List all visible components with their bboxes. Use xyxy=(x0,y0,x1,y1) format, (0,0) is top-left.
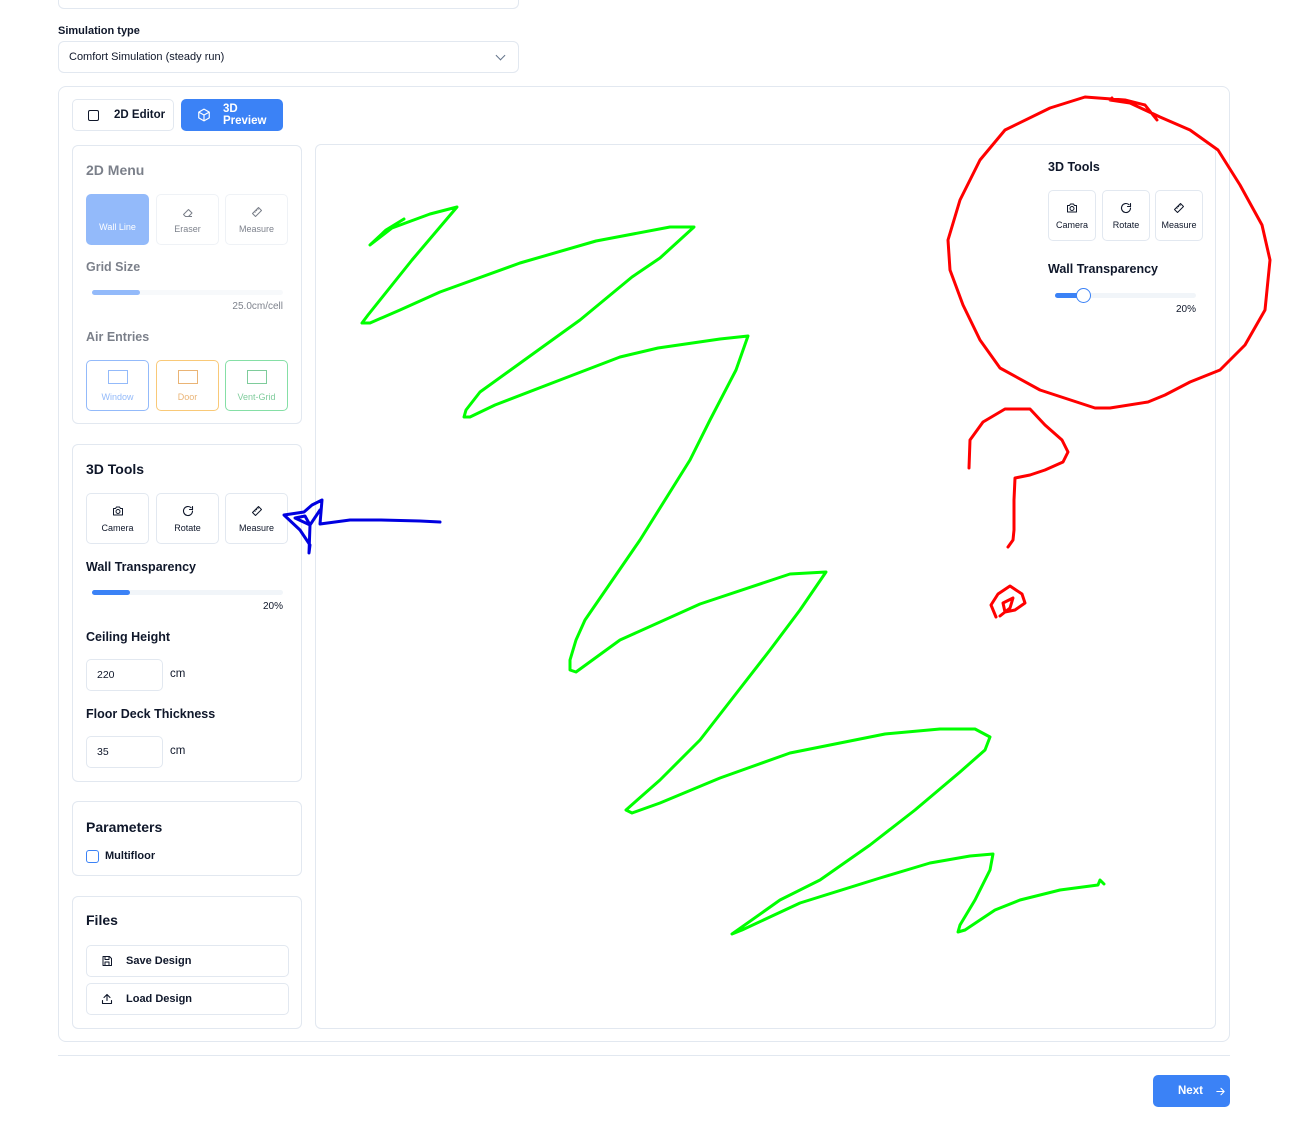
panel-files: Files Save Design Load Design xyxy=(72,896,302,1029)
multifloor-label: Multifloor xyxy=(105,850,156,862)
save-design-button[interactable]: Save Design xyxy=(86,945,289,977)
previous-field-stub xyxy=(58,0,519,9)
window-entry-button[interactable]: Window xyxy=(86,360,149,411)
parameters-title: Parameters xyxy=(86,819,163,835)
grid-size-slider[interactable] xyxy=(92,290,283,295)
eraser-icon xyxy=(182,208,192,217)
wall-line-tool-button[interactable]: Wall Line xyxy=(86,194,149,245)
floor-deck-value: 35 xyxy=(97,746,109,758)
panel-2d-menu-title: 2D Menu xyxy=(86,162,145,178)
simulation-type-label: Simulation type xyxy=(58,25,140,37)
wall-transparency-label: Wall Transparency xyxy=(86,560,196,574)
save-design-label: Save Design xyxy=(126,955,192,967)
measure-label-2d: Measure xyxy=(238,223,274,234)
grid-size-value: 25.0cm/cell xyxy=(232,301,283,312)
door-entry-button[interactable]: Door xyxy=(156,360,219,411)
canvas-rotate-button[interactable]: Rotate xyxy=(1102,190,1150,241)
camera-icon xyxy=(112,506,123,515)
canvas-wall-transparency-thumb[interactable] xyxy=(1076,288,1092,303)
grid-size-slider-fill xyxy=(92,290,140,295)
3d-preview-canvas[interactable]: 3D Tools Camera Rotate Measure Wall Tran… xyxy=(315,144,1216,1029)
square-icon xyxy=(88,109,99,121)
next-button[interactable]: Next xyxy=(1153,1075,1230,1107)
window-entry-label: Window xyxy=(101,391,134,402)
rotate-icon xyxy=(182,505,193,516)
load-design-label: Load Design xyxy=(126,993,193,1005)
files-title: Files xyxy=(86,912,118,928)
ruler-icon xyxy=(1174,202,1184,213)
canvas-camera-button[interactable]: Camera xyxy=(1048,190,1096,241)
floor-deck-label: Floor Deck Thickness xyxy=(86,707,216,721)
floor-deck-unit: cm xyxy=(170,745,186,757)
rotate-tool-button[interactable]: Rotate xyxy=(156,493,219,544)
canvas-rotate-label: Rotate xyxy=(1112,219,1140,230)
wall-transparency-value: 20% xyxy=(262,601,283,612)
eraser-label: Eraser xyxy=(174,223,201,234)
next-label: Next xyxy=(1178,1085,1203,1097)
vent-grid-entry-button[interactable]: Vent-Grid xyxy=(225,360,288,411)
panel-2d-menu: 2D Menu Wall Line Eraser Measure Grid Si… xyxy=(72,145,302,424)
save-icon xyxy=(102,956,112,966)
door-icon xyxy=(177,369,198,384)
ceiling-height-value: 220 xyxy=(97,669,115,681)
simulation-type-value: Comfort Simulation (steady run) xyxy=(69,51,225,63)
wall-transparency-slider[interactable] xyxy=(92,590,283,595)
canvas-wall-transparency-label: Wall Transparency xyxy=(1048,262,1158,276)
canvas-wall-transparency-value: 20% xyxy=(1175,304,1196,315)
panel-parameters: Parameters Multifloor xyxy=(72,801,302,876)
camera-icon xyxy=(1067,203,1077,212)
multifloor-checkbox[interactable] xyxy=(86,850,99,863)
ruler-icon xyxy=(251,505,262,516)
measure-tool-button-3d[interactable]: Measure xyxy=(225,493,288,544)
rotate-label: Rotate xyxy=(174,522,201,533)
measure-label-3d: Measure xyxy=(238,522,274,533)
panel-3d-tools: 3D Tools Camera Rotate Measure Wall Tran… xyxy=(72,444,302,782)
upload-icon xyxy=(101,993,113,1005)
floor-deck-input[interactable]: 35 xyxy=(86,736,163,768)
door-entry-label: Door xyxy=(177,391,198,402)
arrow-right-icon xyxy=(1216,1087,1225,1095)
camera-label: Camera xyxy=(101,522,134,533)
canvas-3d-tools-title: 3D Tools xyxy=(1048,160,1100,174)
ceiling-height-input[interactable]: 220 xyxy=(86,659,163,691)
tab-3d-preview[interactable]: 3D Preview xyxy=(181,99,283,131)
vent-grid-entry-label: Vent-Grid xyxy=(237,391,276,402)
tab-2d-editor[interactable]: 2D Editor xyxy=(72,99,174,131)
wall-transparency-slider-fill xyxy=(92,590,131,595)
canvas-wall-transparency-slider[interactable] xyxy=(1055,288,1196,303)
canvas-camera-label: Camera xyxy=(1055,219,1088,230)
rotate-icon xyxy=(1120,202,1132,213)
window-icon xyxy=(107,369,128,384)
eraser-tool-button[interactable]: Eraser xyxy=(156,194,219,245)
ruler-icon xyxy=(251,206,262,217)
load-design-button[interactable]: Load Design xyxy=(86,983,289,1015)
simulation-type-select[interactable]: Comfort Simulation (steady run) xyxy=(58,41,519,73)
tab-3d-preview-label: 3D Preview xyxy=(223,103,267,127)
chevron-down-icon xyxy=(495,50,506,60)
tab-2d-editor-label: 2D Editor xyxy=(114,109,166,121)
panel-3d-tools-title: 3D Tools xyxy=(86,461,145,477)
air-entries-label: Air Entries xyxy=(86,330,150,344)
ceiling-height-unit: cm xyxy=(170,668,186,680)
wall-line-label: Wall Line xyxy=(99,221,136,232)
grid-size-label: Grid Size xyxy=(86,260,141,274)
camera-tool-button[interactable]: Camera xyxy=(86,493,149,544)
cube-icon xyxy=(197,108,211,122)
vent-grid-icon xyxy=(246,369,267,384)
ceiling-height-label: Ceiling Height xyxy=(86,630,171,644)
footer-divider xyxy=(58,1055,1230,1056)
canvas-measure-label: Measure xyxy=(1161,219,1197,230)
measure-tool-button-2d[interactable]: Measure xyxy=(225,194,288,245)
canvas-measure-button[interactable]: Measure xyxy=(1155,190,1203,241)
